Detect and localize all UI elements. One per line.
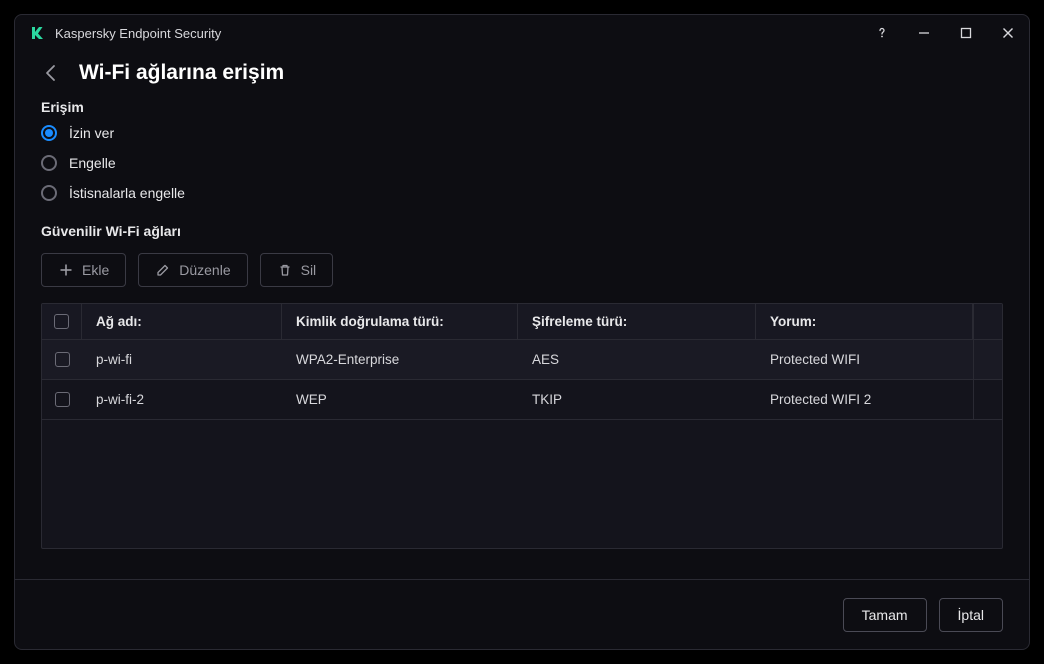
radio-block[interactable]: Engelle: [41, 155, 1003, 171]
trusted-networks-table: Ağ adı: Kimlik doğrulama türü: Şifreleme…: [41, 303, 1003, 549]
kaspersky-logo-icon: [29, 25, 45, 41]
radio-icon: [41, 155, 57, 171]
checkbox-icon: [54, 314, 69, 329]
row-checkbox[interactable]: [42, 340, 82, 379]
access-section-label: Erişim: [41, 99, 1003, 115]
trash-icon: [277, 262, 293, 278]
column-header-name[interactable]: Ağ adı:: [82, 304, 282, 339]
radio-block-exceptions[interactable]: İstisnalarla engelle: [41, 185, 1003, 201]
access-radio-group: İzin ver Engelle İstisnalarla engelle: [41, 125, 1003, 201]
add-button-label: Ekle: [82, 262, 109, 278]
close-button[interactable]: [999, 24, 1017, 42]
row-checkbox[interactable]: [42, 380, 82, 419]
table-row[interactable]: p-wi-fi-2 WEP TKIP Protected WIFI 2: [42, 380, 1002, 420]
titlebar-controls: [873, 24, 1017, 42]
cancel-button[interactable]: İptal: [939, 598, 1003, 632]
checkbox-icon: [55, 392, 70, 407]
checkbox-icon: [55, 352, 70, 367]
brand: Kaspersky Endpoint Security: [29, 25, 221, 41]
radio-icon: [41, 185, 57, 201]
cell-auth: WPA2-Enterprise: [282, 340, 518, 379]
cell-auth: WEP: [282, 380, 518, 419]
column-header-checkbox[interactable]: [42, 304, 82, 339]
column-header-auth[interactable]: Kimlik doğrulama türü:: [282, 304, 518, 339]
delete-button-label: Sil: [301, 262, 317, 278]
cell-enc: TKIP: [518, 380, 756, 419]
content: Wi-Fi ağlarına erişim Erişim İzin ver En…: [15, 51, 1029, 579]
cell-comment: Protected WIFI 2: [756, 380, 973, 419]
delete-button[interactable]: Sil: [260, 253, 334, 287]
plus-icon: [58, 262, 74, 278]
cell-comment: Protected WIFI: [756, 340, 973, 379]
table-toolbar: Ekle Düzenle Sil: [41, 253, 1003, 287]
cell-name: p-wi-fi-2: [82, 380, 282, 419]
table-row[interactable]: p-wi-fi WPA2-Enterprise AES Protected WI…: [42, 340, 1002, 380]
table-header: Ağ adı: Kimlik doğrulama türü: Şifreleme…: [42, 304, 1002, 340]
radio-allow[interactable]: İzin ver: [41, 125, 1003, 141]
page-header: Wi-Fi ağlarına erişim: [41, 61, 1003, 85]
titlebar: Kaspersky Endpoint Security: [15, 15, 1029, 51]
add-button[interactable]: Ekle: [41, 253, 126, 287]
cell-name: p-wi-fi: [82, 340, 282, 379]
column-header-comment[interactable]: Yorum:: [756, 304, 973, 339]
page-title: Wi-Fi ağlarına erişim: [79, 61, 284, 85]
radio-label: İstisnalarla engelle: [69, 185, 185, 201]
help-button[interactable]: [873, 24, 891, 42]
footer: Tamam İptal: [15, 579, 1029, 649]
scrollbar-gutter: [973, 304, 1002, 339]
app-name: Kaspersky Endpoint Security: [55, 26, 221, 41]
minimize-button[interactable]: [915, 24, 933, 42]
radio-label: İzin ver: [69, 125, 114, 141]
edit-button[interactable]: Düzenle: [138, 253, 247, 287]
back-button[interactable]: [41, 62, 63, 84]
maximize-button[interactable]: [957, 24, 975, 42]
radio-icon: [41, 125, 57, 141]
edit-button-label: Düzenle: [179, 262, 230, 278]
column-header-enc[interactable]: Şifreleme türü:: [518, 304, 756, 339]
cell-enc: AES: [518, 340, 756, 379]
app-window: Kaspersky Endpoint Security Wi-Fi ağları…: [14, 14, 1030, 650]
trusted-networks-label: Güvenilir Wi-Fi ağları: [41, 223, 1003, 239]
radio-label: Engelle: [69, 155, 116, 171]
pencil-icon: [155, 262, 171, 278]
ok-button[interactable]: Tamam: [843, 598, 927, 632]
table-body: p-wi-fi WPA2-Enterprise AES Protected WI…: [42, 340, 1002, 420]
